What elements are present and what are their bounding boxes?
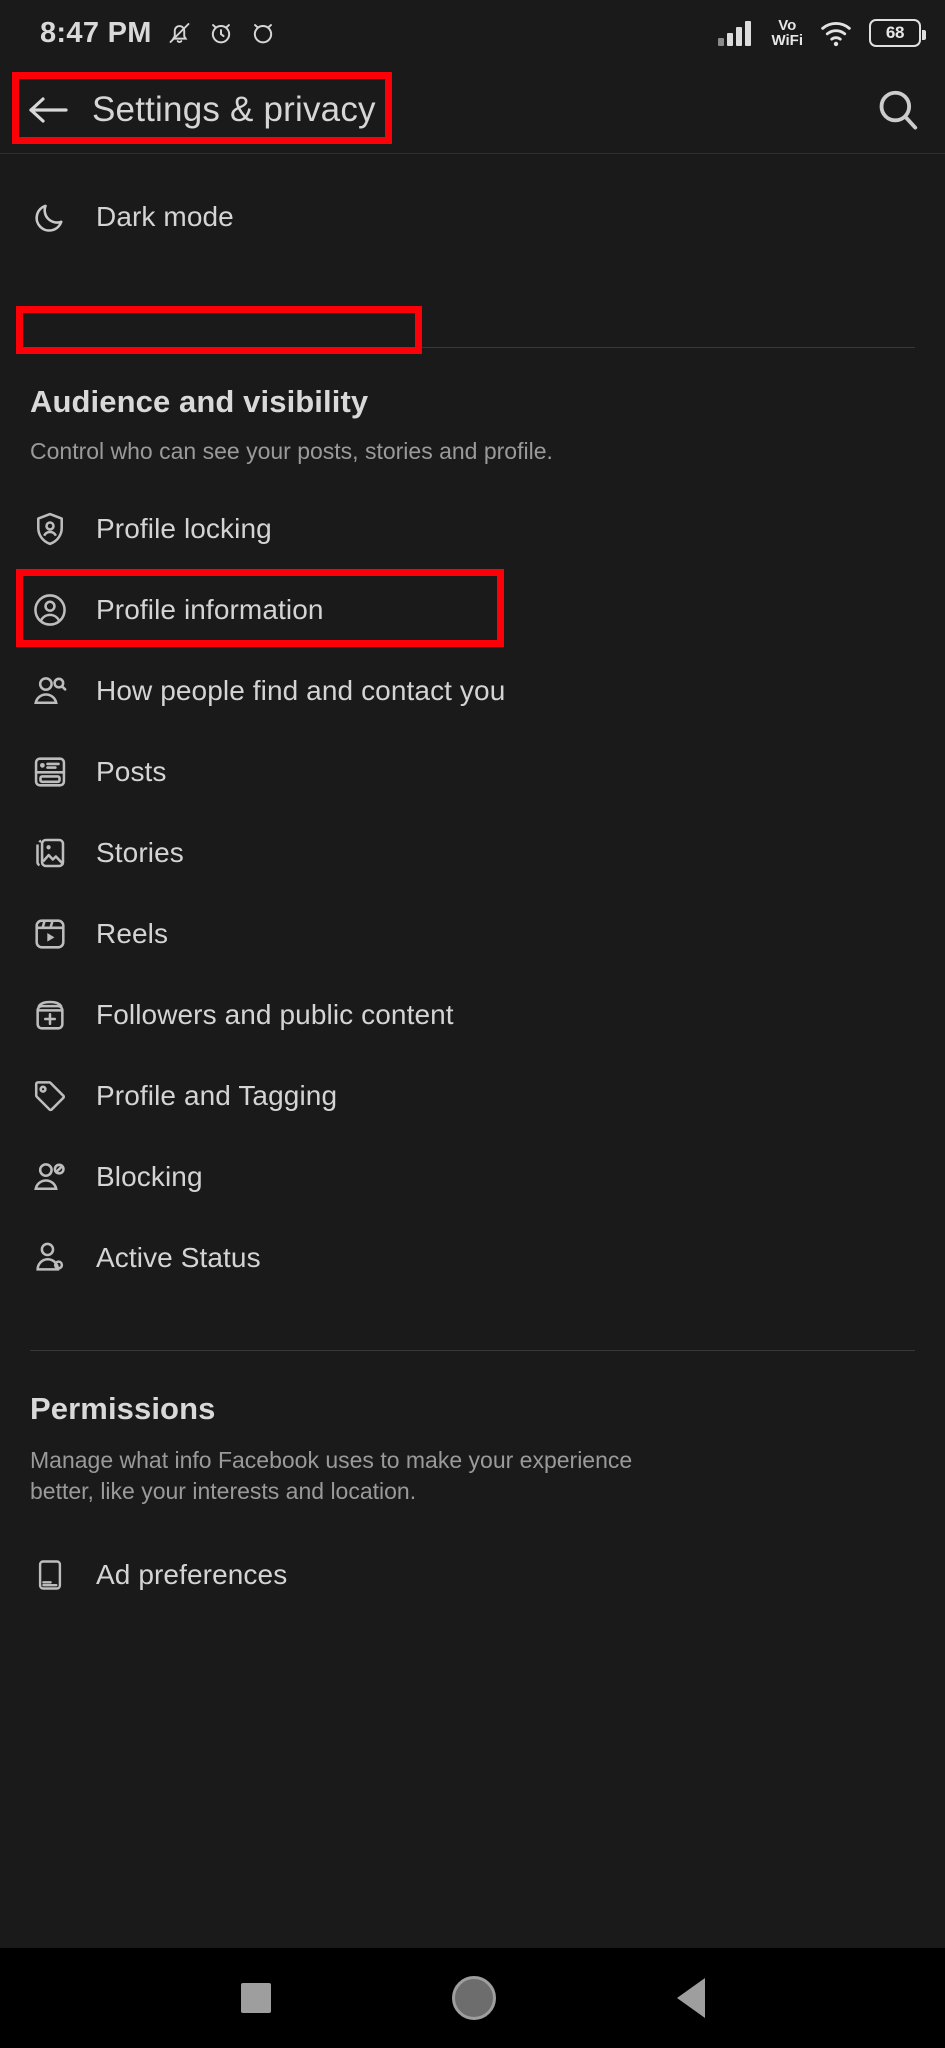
list-item-label: Blocking [96,1160,203,1192]
list-item-label: Stories [96,836,184,868]
post-card-icon [30,752,70,792]
page-title: Settings & privacy [92,89,376,129]
tag-icon [30,1076,70,1116]
list-item-label: Posts [96,755,167,787]
list-item-label: Dark mode [96,200,234,232]
stories-image-icon [30,833,70,873]
circle-home-icon[interactable] [451,1976,496,2020]
list-item-followers-and-public-content[interactable]: Followers and public content [0,974,945,1055]
status-bar: 8:47 PM Vo WiFi 68 [0,0,945,66]
alarm-clock-icon [207,18,235,48]
section-title-audience: Audience and visibility [30,384,369,419]
list-item-label: How people find and contact you [96,674,506,706]
battery-icon: 68 [869,19,926,47]
app-bar-left: Settings & privacy [26,90,875,130]
status-bar-left: 8:47 PM [40,17,277,50]
reels-play-icon [30,914,70,954]
list-item-label: Profile and Tagging [96,1079,338,1111]
person-search-icon [30,671,70,711]
app-bar: Settings & privacy [0,66,945,154]
list-item-label: Profile locking [96,512,272,544]
status-time: 8:47 PM [40,16,152,49]
section-title-permissions: Permissions [30,1391,216,1427]
list-item-dark-mode[interactable]: Dark mode [0,176,945,257]
section-subtitle-permissions: Manage what info Facebook uses to make y… [30,1447,633,1504]
moon-icon [30,197,70,237]
search-icon[interactable] [875,87,921,133]
square-recents-icon[interactable] [240,1983,271,2013]
person-block-icon [30,1157,70,1197]
list-item-blocking[interactable]: Blocking [0,1136,945,1217]
vowifi-label: Vo WiFi [771,17,803,49]
person-active-icon [30,1238,70,1278]
settings-list[interactable]: Dark mode Audience and visibility Contro… [0,154,945,1948]
list-item-reels[interactable]: Reels [0,893,945,974]
list-item-label: Ad preferences [96,1558,288,1590]
list-item-active-status[interactable]: Active Status [0,1217,945,1298]
wifi-icon [818,18,854,48]
list-item-profile-locking[interactable]: Profile locking [0,488,945,569]
section-subtitle-audience: Control who can see your posts, stories … [30,438,553,464]
triangle-back-icon[interactable] [676,1978,705,2018]
list-item-label: Reels [96,917,169,949]
android-navigation-bar [0,1948,945,2048]
phone-screen: 8:47 PM Vo WiFi 68 Settings & privacy Da… [0,0,945,2048]
list-item-ad-preferences[interactable]: Ad preferences [0,1534,945,1615]
signal-bars-icon [718,18,756,48]
list-item-profile-and-tagging[interactable]: Profile and Tagging [0,1055,945,1136]
bell-muted-icon [166,18,193,48]
back-arrow-icon[interactable] [26,93,70,127]
status-bar-right: Vo WiFi 68 [718,17,926,49]
followers-plus-icon [30,995,70,1035]
list-item-label: Profile information [96,593,324,625]
profile-circle-icon [30,590,70,630]
list-item-label: Active Status [96,1241,261,1273]
mobile-device-icon [30,1555,70,1595]
list-item-label: Followers and public content [96,998,454,1030]
list-item-posts[interactable]: Posts [0,731,945,812]
shield-person-icon [30,509,70,549]
list-item-profile-information[interactable]: Profile information [0,569,945,650]
list-item-stories[interactable]: Stories [0,812,945,893]
list-item-how-people-find-and-contact-you[interactable]: How people find and contact you [0,650,945,731]
alarm-clock-outline-icon [249,18,277,48]
